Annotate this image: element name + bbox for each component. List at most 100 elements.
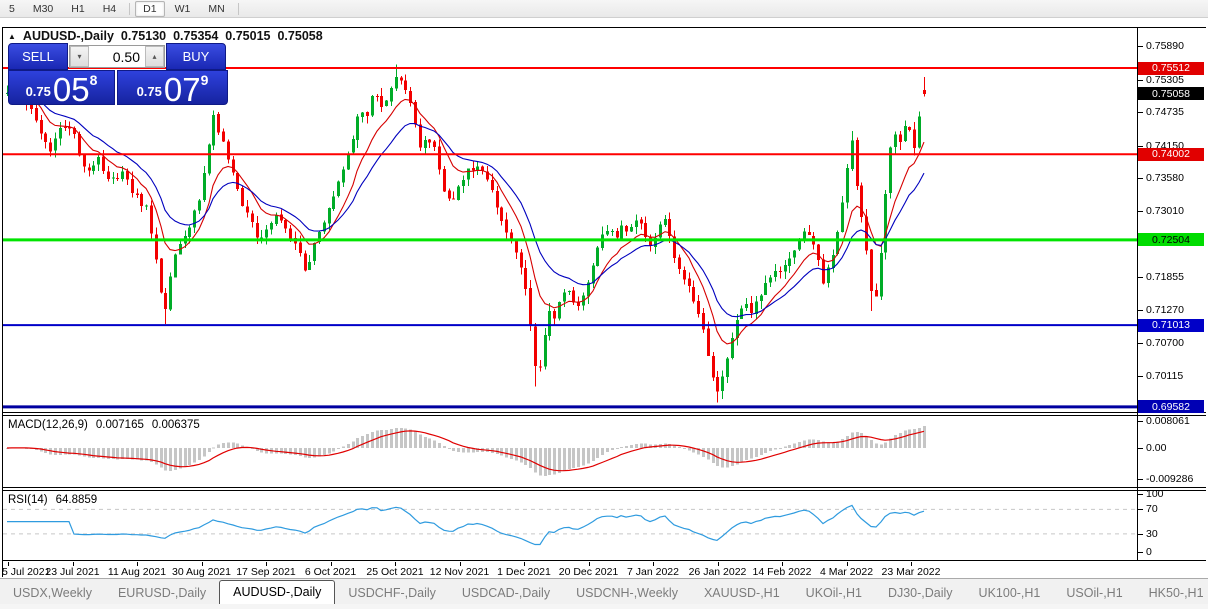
macd-histogram-bar	[865, 436, 868, 448]
volume-stepper: ▾ 0.50 ▴	[69, 45, 165, 68]
price-axis-tick	[1138, 146, 1143, 147]
macd-histogram-bar	[884, 442, 887, 448]
buy-button[interactable]: BUY	[166, 43, 226, 70]
macd-histogram-bar	[467, 448, 470, 452]
date-axis-label: 12 Nov 2021	[430, 566, 490, 578]
macd-histogram-bar	[395, 428, 398, 448]
ohlc-low: 0.75015	[225, 29, 270, 43]
candle-body	[692, 287, 695, 301]
timeframe-button-m30[interactable]: M30	[25, 1, 61, 17]
toolbar-separator	[238, 3, 239, 15]
candle-body	[899, 134, 902, 142]
macd-histogram-bar	[630, 445, 633, 448]
chart-tab-xauusdh1[interactable]: XAUUSD-,H1	[691, 582, 793, 605]
collapse-arrow-icon[interactable]: ▲	[8, 32, 16, 41]
candle-body	[697, 301, 700, 314]
macd-histogram-bar	[448, 448, 451, 449]
candle-body	[97, 157, 100, 164]
macd-histogram-bar	[611, 448, 614, 450]
rsi-axis-tick	[1138, 494, 1143, 495]
macd-histogram-bar	[764, 448, 767, 453]
candle-body	[515, 240, 518, 253]
price-level-badge: 0.71013	[1138, 319, 1204, 332]
candle-body	[553, 311, 556, 318]
candle-body	[702, 313, 705, 329]
price-axis-label: 0.70115	[1146, 370, 1183, 382]
timeframe-button-w1[interactable]: W1	[167, 1, 199, 17]
candle-body	[918, 116, 921, 147]
candle-body	[92, 166, 95, 171]
rsi-line	[7, 505, 924, 544]
price-axis-label: 0.73580	[1146, 172, 1184, 184]
candle-body	[328, 208, 331, 223]
chart-tab-uk100h1[interactable]: UK100-,H1	[966, 582, 1054, 605]
candle-body	[400, 78, 403, 81]
macd-histogram-bar	[784, 446, 787, 448]
trading-app-window: 5M30H1H4D1W1MN ▲ AUDUSD-,Daily 0.75130 0…	[0, 0, 1208, 609]
sell-price-display[interactable]: 0.75 05 8	[8, 70, 115, 105]
macd-histogram-bar	[347, 444, 350, 448]
chart-tab-usdxweekly[interactable]: USDX,Weekly	[0, 582, 105, 605]
macd-axis-label: 0.00	[1146, 442, 1166, 454]
candle-body	[313, 243, 316, 261]
timeframe-button-5[interactable]: 5	[1, 1, 23, 17]
macd-axis-tick	[1138, 421, 1143, 422]
chart-tab-hk50h1[interactable]: HK50-,H1	[1136, 582, 1208, 605]
macd-histogram-bar	[433, 440, 436, 448]
ohlc-high: 0.75354	[173, 29, 218, 43]
chart-tab-usdcaddaily[interactable]: USDCAD-,Daily	[449, 582, 563, 605]
chart-tab-dj30daily[interactable]: DJ30-,Daily	[875, 582, 966, 605]
price-axis-label: 0.75890	[1146, 40, 1184, 52]
candle-body	[198, 201, 201, 211]
chart-tab-ukoilh1[interactable]: UKOil-,H1	[793, 582, 875, 605]
sell-price-sup: 8	[90, 72, 98, 88]
candle-body	[716, 377, 719, 391]
price-level-badge: 0.72504	[1138, 233, 1204, 246]
timeframe-button-h4[interactable]: H4	[95, 1, 124, 17]
candle-body	[54, 139, 57, 151]
candle-body	[750, 303, 753, 313]
volume-increase-button[interactable]: ▴	[145, 46, 164, 67]
candle-body	[376, 96, 379, 97]
macd-histogram-bar	[424, 437, 427, 448]
candle-body	[726, 359, 729, 378]
candle-body	[740, 309, 743, 319]
candle-body	[457, 187, 460, 200]
candle-body	[904, 126, 907, 141]
date-axis-label: 4 Mar 2022	[820, 566, 873, 578]
rsi-indicator-panel[interactable]	[3, 491, 1137, 560]
macd-histogram-bar	[688, 448, 691, 450]
candle-body	[332, 197, 335, 209]
chart-tab-eurusddaily[interactable]: EURUSD-,Daily	[105, 582, 219, 605]
candle-body	[299, 243, 302, 253]
macd-histogram-bar	[899, 433, 902, 448]
timeframe-button-d1[interactable]: D1	[135, 1, 164, 17]
timeframe-button-mn[interactable]: MN	[200, 1, 232, 17]
sell-button[interactable]: SELL	[8, 43, 68, 70]
volume-input[interactable]: 0.50	[89, 46, 145, 67]
candle-body	[678, 257, 681, 269]
chart-tab-usdcnhweekly[interactable]: USDCNH-,Weekly	[563, 582, 691, 605]
candle-body	[380, 96, 383, 107]
rsi-axis-tick	[1138, 509, 1143, 510]
candle-body	[121, 171, 124, 179]
chart-tab-audusddaily[interactable]: AUDUSD-,Daily	[219, 580, 335, 605]
candle-body	[452, 199, 455, 200]
chart-tab-usoilh1[interactable]: USOil-,H1	[1053, 582, 1135, 605]
macd-histogram-bar	[606, 448, 609, 452]
macd-histogram-bar	[601, 448, 604, 455]
macd-histogram-bar	[232, 443, 235, 448]
macd-histogram-bar	[419, 435, 422, 448]
macd-histogram-bar	[131, 448, 134, 459]
volume-decrease-button[interactable]: ▾	[70, 46, 89, 67]
candle-body	[256, 223, 259, 238]
timeframe-button-h1[interactable]: H1	[63, 1, 92, 17]
candle-body	[222, 131, 225, 141]
price-axis-label: 0.74735	[1146, 106, 1184, 118]
status-strip	[0, 604, 1208, 609]
chart-tab-usdchfdaily[interactable]: USDCHF-,Daily	[335, 582, 449, 605]
buy-price-display[interactable]: 0.75 07 9	[117, 70, 228, 105]
rsi-label: RSI(14)	[8, 494, 48, 506]
macd-histogram-bar	[860, 433, 863, 448]
candle-body	[83, 155, 86, 167]
